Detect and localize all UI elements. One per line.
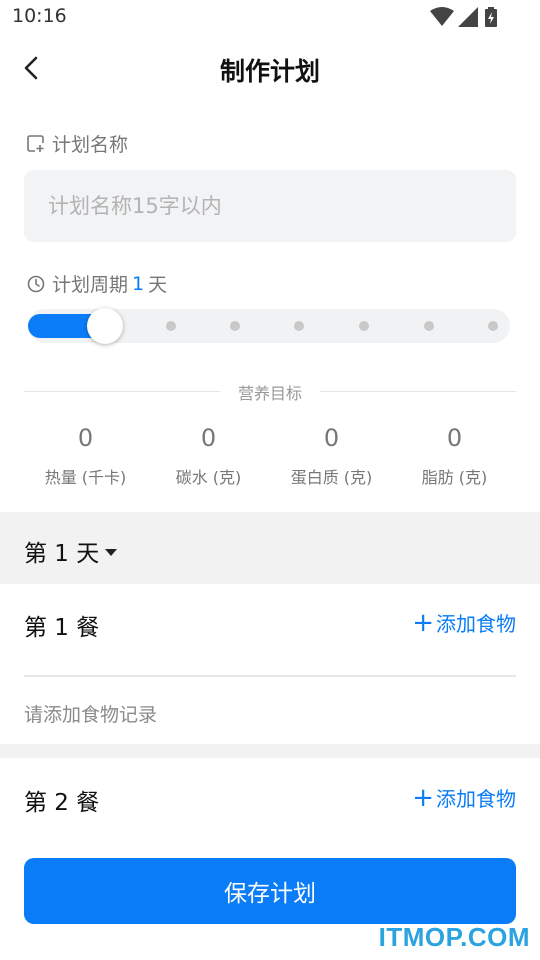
fat-label: 脂肪 (克) (421, 468, 488, 487)
edit-note-icon (27, 134, 44, 152)
slider-step-dot[interactable] (230, 321, 240, 331)
slider-step-dot[interactable] (424, 321, 434, 331)
slider-step-dot[interactable] (294, 321, 304, 331)
divider-line-right (320, 391, 516, 392)
status-bar: 10:16 (0, 0, 540, 34)
nutrition-calories: 0 热量 (千卡) (24, 424, 147, 488)
meal-header: 第 1 餐 + 添加食物 (0, 586, 540, 658)
save-plan-button[interactable]: 保存计划 (24, 858, 516, 924)
add-food-label: 添加食物 (436, 612, 516, 636)
day-selector[interactable]: 第 1 天 (24, 534, 118, 568)
plan-cycle-label: 计划周期 (52, 274, 129, 296)
plan-name-label-row: 计划名称 (26, 130, 128, 157)
meal-header: 第 2 餐 + 添加食物 (0, 761, 540, 833)
day-band: 第 1 天 (0, 512, 540, 584)
nutrition-summary: 0 热量 (千卡) 0 碳水 (克) 0 蛋白质 (克) 0 脂肪 (克) (24, 424, 516, 494)
status-icons (430, 7, 500, 27)
slider-step-dot[interactable] (359, 321, 369, 331)
nutrition-fat: 0 脂肪 (克) (393, 424, 516, 488)
meal-divider (24, 675, 516, 677)
nutrition-carbs: 0 碳水 (克) (147, 424, 270, 488)
meal-name: 第 1 餐 (24, 615, 100, 641)
meal-separator (0, 744, 540, 758)
signal-icon (458, 7, 478, 27)
plan-cycle-slider[interactable] (28, 308, 510, 344)
status-time: 10:16 (12, 5, 67, 27)
calories-label: 热量 (千卡) (44, 468, 127, 487)
calories-value: 0 (77, 424, 94, 452)
empty-meal-text: 请添加食物记录 (24, 704, 158, 726)
plan-cycle-unit: 天 (148, 274, 168, 296)
plan-name-input[interactable] (24, 170, 516, 242)
plus-icon: + (412, 782, 434, 813)
day-selector-label: 第 1 天 (24, 541, 100, 567)
title-bar: 制作计划 (0, 34, 540, 106)
add-food-button[interactable]: + 添加食物 (412, 783, 516, 812)
slider-thumb[interactable] (87, 308, 123, 344)
nutrition-divider: 营养目标 (24, 380, 516, 404)
page-title: 制作计划 (219, 57, 320, 86)
protein-label: 蛋白质 (克) (290, 468, 373, 487)
add-food-button[interactable]: + 添加食物 (412, 608, 516, 637)
nutrition-protein: 0 蛋白质 (克) (270, 424, 393, 488)
wifi-icon (430, 7, 454, 26)
meal-name: 第 2 餐 (24, 790, 100, 816)
fat-value: 0 (446, 424, 463, 452)
plus-icon: + (412, 607, 434, 638)
battery-charging-icon (485, 7, 497, 27)
plan-cycle-label-row: 计划周期 1 天 (26, 270, 167, 297)
caret-down-icon (105, 548, 118, 556)
plan-cycle-value: 1 (132, 272, 145, 295)
nutrition-heading: 营养目标 (237, 384, 302, 403)
carbs-label: 碳水 (克) (175, 468, 242, 487)
clock-icon (27, 275, 45, 292)
slider-step-dot[interactable] (488, 321, 498, 331)
plan-name-label: 计划名称 (52, 134, 129, 156)
protein-value: 0 (323, 424, 340, 452)
slider-step-dot[interactable] (166, 321, 176, 331)
carbs-value: 0 (200, 424, 217, 452)
watermark: ITMOP.COM (378, 922, 530, 952)
add-food-label: 添加食物 (436, 787, 516, 811)
